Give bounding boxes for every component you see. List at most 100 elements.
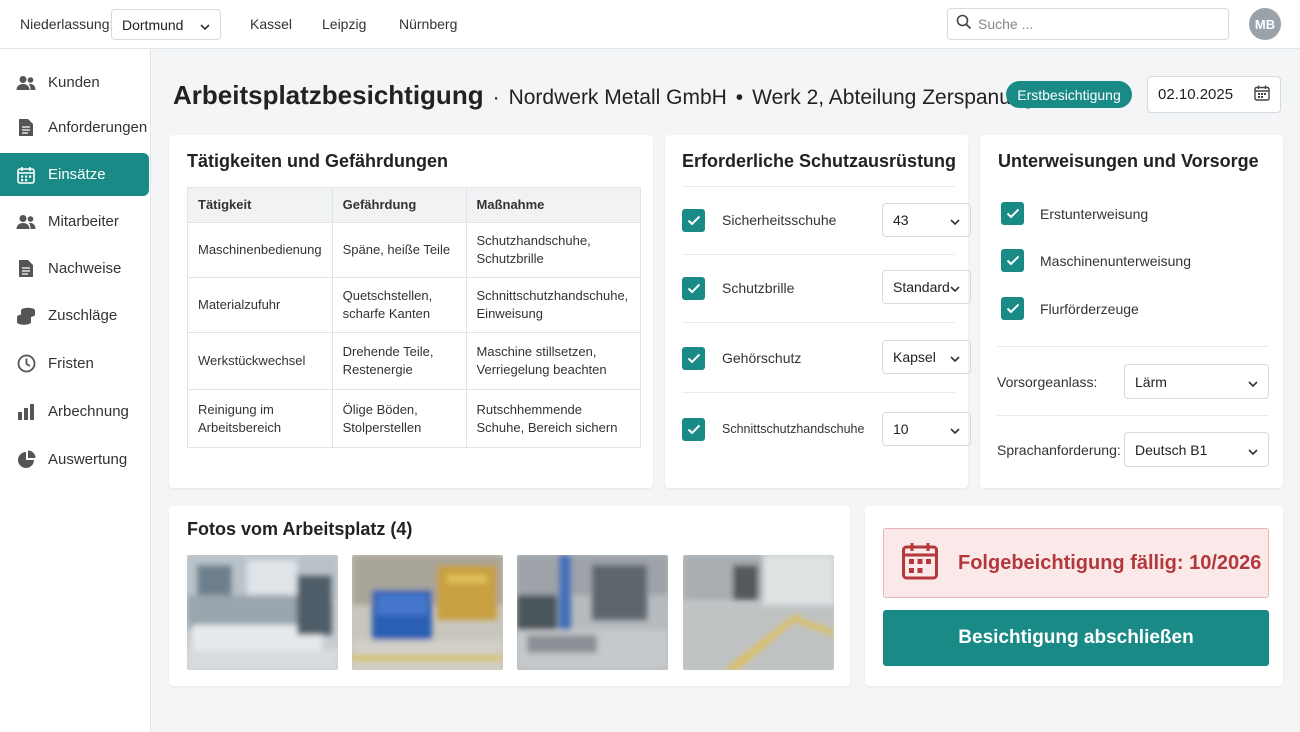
sprache-select[interactable]: Deutsch B1: [1124, 432, 1269, 467]
top-bar: Niederlassung: Dortmund Kassel Leipzig N…: [0, 0, 1300, 49]
select-value: 43: [893, 212, 909, 228]
training-checkbox[interactable]: [1001, 297, 1024, 320]
users-icon: [16, 73, 36, 93]
column-header: Gefährdung: [331, 187, 467, 223]
ppe-item-gehoerschutz: Gehörschutz Kapsel: [682, 323, 971, 393]
photo-thumbnail[interactable]: [352, 555, 503, 670]
table-cell: Rutschhemmende Schuhe, Bereich sichern: [465, 389, 642, 448]
select-value: Deutsch B1: [1135, 441, 1208, 458]
sidebar-item-anforderungen[interactable]: Anforderungen: [0, 106, 149, 149]
training-label: Flurförderzeuge: [1040, 300, 1139, 317]
table-cell: Maschinenbedienung: [187, 222, 333, 278]
sidebar-item-arbechnung[interactable]: Arbechnung: [0, 390, 149, 433]
table-cell: Maschine stillsetzen, Verriegelung beach…: [465, 332, 642, 390]
photo-thumbnail[interactable]: [517, 555, 668, 670]
table-cell: Schnittschutzhandschuhe, Einweisung: [465, 277, 642, 333]
table-cell: Ölige Böden, Stolperstellen: [331, 389, 467, 448]
ppe-item-sicherheitsschuhe: Sicherheitsschuhe 43: [682, 185, 971, 255]
ppe-card: Erforderliche Schutzausrüstung Sicherhei…: [665, 135, 971, 488]
type-select[interactable]: Standard: [882, 270, 971, 304]
photo-thumbnail[interactable]: [683, 555, 834, 670]
ppe-label: Schutzbrille: [722, 280, 795, 296]
users-icon: [16, 212, 36, 232]
sidebar-item-nachweise[interactable]: Nachweise: [0, 247, 149, 290]
branch-link-kassel[interactable]: Kassel: [250, 16, 292, 32]
title-separator: •: [735, 86, 744, 109]
sidebar-item-auswertung[interactable]: Auswertung: [0, 438, 149, 481]
sidebar-item-zuschlaege[interactable]: Zuschläge: [0, 294, 149, 337]
table-cell: Quetschstellen, scharfe Kanten: [331, 277, 467, 333]
ppe-checkbox[interactable]: [682, 276, 705, 300]
select-value: Kapsel: [893, 349, 936, 365]
training-label: Erstunterweisung: [1040, 205, 1149, 222]
photo-thumbnail[interactable]: [187, 555, 338, 670]
vorsorge-select[interactable]: Lärm: [1124, 364, 1269, 399]
sidebar-item-kunden[interactable]: Kunden: [0, 61, 149, 104]
ppe-checkbox[interactable]: [682, 417, 705, 441]
date-field[interactable]: 02.10.2025: [1147, 76, 1281, 113]
location-name: Werk 2, Abteilung Zerspanung: [752, 86, 1035, 109]
sidebar-item-label: Arbechnung: [48, 403, 129, 420]
title-separator: ·: [492, 86, 500, 109]
table-cell: Werkstückwechsel: [187, 332, 333, 390]
sidebar-item-mitarbeiter[interactable]: Mitarbeiter: [0, 200, 149, 243]
chevron-down-icon: [950, 279, 960, 295]
size-select[interactable]: 10: [882, 412, 971, 446]
search-input[interactable]: [978, 16, 1218, 32]
training-checkbox[interactable]: [1001, 202, 1024, 225]
coins-icon: [16, 306, 36, 326]
table-row: Reinigung im Arbeitsbereich Ölige Böden,…: [187, 389, 642, 448]
due-text: Folgebeichtigung fällig: 10/2026: [958, 551, 1262, 574]
date-value: 02.10.2025: [1158, 86, 1234, 103]
ppe-checkbox[interactable]: [682, 346, 705, 370]
page-title: Arbeitsplatzbesichtigung · Nordwerk Meta…: [173, 80, 1034, 111]
chevron-down-icon: [1248, 374, 1258, 390]
calendar-icon[interactable]: [1254, 85, 1270, 105]
training-item-flurfoerderzeuge: Flurförderzeuge: [1001, 297, 1139, 320]
training-checkbox[interactable]: [1001, 249, 1024, 272]
sidebar-item-label: Nachweise: [48, 260, 122, 277]
sidebar-item-einsaetze[interactable]: Einsätze: [0, 153, 149, 196]
column-header: Maßnahme: [465, 187, 642, 223]
training-card: Unterweisungen und Vorsorge Erstunterwei…: [980, 135, 1283, 488]
sidebar-item-label: Anforderungen: [48, 119, 148, 136]
table-row: Materialzufuhr Quetschstellen, scharfe K…: [187, 277, 642, 333]
followup-card: Folgebeichtigung fällig: 10/2026 Besicht…: [865, 506, 1283, 686]
column-header: Tätigkeit: [187, 187, 333, 223]
hazards-table: Tätigkeit Gefährdung Maßnahme Maschinenb…: [187, 187, 642, 448]
sidebar-item-label: Mitarbeiter: [48, 213, 119, 230]
branch-link-leipzig[interactable]: Leipzig: [322, 16, 366, 32]
training-item-erstunterweisung: Erstunterweisung: [1001, 202, 1148, 225]
ppe-item-schutzbrille: Schutzbrille Standard: [682, 253, 971, 323]
select-value: 10: [893, 421, 909, 437]
table-cell: Materialzufuhr: [187, 277, 333, 333]
branch-select[interactable]: Dortmund: [111, 9, 221, 40]
sidebar: Kunden Anforderungen Einsätze Mitarbeite…: [0, 49, 151, 732]
size-select[interactable]: 43: [882, 203, 971, 237]
ppe-checkbox[interactable]: [682, 208, 705, 232]
sidebar-item-label: Auswertung: [48, 451, 128, 468]
search-box: [947, 8, 1229, 40]
sidebar-item-fristen[interactable]: Fristen: [0, 342, 149, 385]
hazards-card: Tätigkeiten und Gefährdungen Tätigkeit G…: [169, 135, 653, 488]
avatar[interactable]: MB: [1249, 8, 1281, 40]
finish-inspection-button[interactable]: Besichtigung abschließen: [883, 610, 1269, 666]
table-cell: Schutzhandschuhe, Schutzbrille: [465, 222, 642, 278]
sidebar-item-label: Fristen: [48, 355, 94, 372]
ppe-label: Gehörschutz: [722, 350, 802, 366]
divider: [997, 415, 1269, 416]
table-header-row: Tätigkeit Gefährdung Maßnahme: [187, 187, 642, 223]
search-icon: [956, 14, 972, 35]
chevron-down-icon: [950, 212, 960, 228]
sidebar-item-label: Zuschläge: [48, 307, 118, 324]
select-value: Lärm: [1135, 373, 1167, 390]
type-select[interactable]: Kapsel: [882, 340, 971, 374]
branch-link-nuernberg[interactable]: Nürnberg: [399, 16, 457, 32]
training-title: Unterweisungen und Vorsorge: [998, 151, 1259, 171]
document-icon: [16, 259, 36, 279]
table-cell: Drehende Teile, Restenergie: [331, 332, 467, 390]
pie-chart-icon: [16, 450, 36, 470]
ppe-item-schnittschutzhandschuhe: Schnittschutzhandschuhe 10: [682, 394, 971, 464]
divider: [997, 346, 1269, 347]
branch-selected-value: Dortmund: [122, 16, 184, 33]
